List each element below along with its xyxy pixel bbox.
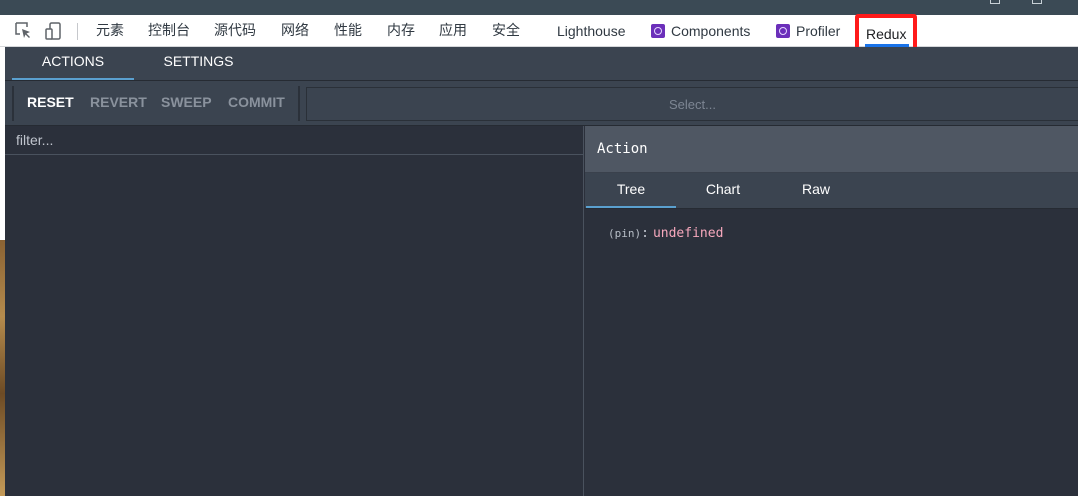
action-inspector-pane: Action Tree Chart Raw (pin): undefined xyxy=(585,126,1078,496)
instance-select[interactable]: Select... xyxy=(306,87,1078,121)
tab-redux-label: Redux xyxy=(866,26,907,42)
toolbar-divider xyxy=(12,86,14,121)
tab-settings[interactable]: SETTINGS xyxy=(136,47,261,80)
tree-row: (pin): undefined xyxy=(608,222,723,241)
tab-memory[interactable]: 内存 xyxy=(387,15,415,47)
tab-chart[interactable]: Chart xyxy=(678,173,768,208)
tab-security[interactable]: 安全 xyxy=(492,15,520,47)
tab-console[interactable]: 控制台 xyxy=(148,15,190,47)
window-control-icon[interactable] xyxy=(1032,0,1042,4)
tab-profiler[interactable]: Profiler xyxy=(776,15,840,47)
revert-button[interactable]: REVERT xyxy=(90,94,147,110)
tab-lighthouse[interactable]: Lighthouse xyxy=(557,15,626,47)
tree-value: undefined xyxy=(652,226,724,241)
redux-toolbar: RESET REVERT SWEEP COMMIT Select... xyxy=(5,81,1078,126)
toolbar-divider xyxy=(77,23,78,40)
tab-application[interactable]: 应用 xyxy=(439,15,467,47)
tree-separator: : xyxy=(641,226,649,241)
inspector-tabs: Tree Chart Raw xyxy=(585,173,1078,209)
toolbar-divider xyxy=(298,86,300,121)
tree-key: (pin) xyxy=(608,227,642,240)
tab-elements[interactable]: 元素 xyxy=(96,15,124,47)
filter-field-wrapper xyxy=(5,126,583,155)
react-icon xyxy=(651,24,665,38)
redux-monitor-tabs: ACTIONS SETTINGS xyxy=(5,47,1078,81)
browser-top-strip xyxy=(0,0,1078,15)
commit-button[interactable]: COMMIT xyxy=(228,94,285,110)
instance-select-placeholder: Select... xyxy=(669,97,716,112)
filter-input[interactable] xyxy=(5,126,583,154)
tab-sources[interactable]: 源代码 xyxy=(214,15,256,47)
device-toolbar-icon[interactable] xyxy=(43,20,65,42)
tab-network[interactable]: 网络 xyxy=(281,15,309,47)
tab-raw[interactable]: Raw xyxy=(771,173,861,208)
inspector-header: Action xyxy=(585,126,1078,173)
inspect-element-icon[interactable] xyxy=(13,20,35,42)
tab-components[interactable]: Components xyxy=(651,15,750,47)
action-list-pane xyxy=(5,126,584,496)
react-icon xyxy=(776,24,790,38)
sweep-button[interactable]: SWEEP xyxy=(161,94,212,110)
tab-performance[interactable]: 性能 xyxy=(334,15,362,47)
window-control-icon[interactable] xyxy=(990,0,1000,4)
tab-actions[interactable]: ACTIONS xyxy=(12,47,134,80)
reset-button[interactable]: RESET xyxy=(27,94,74,110)
tab-profiler-label: Profiler xyxy=(796,23,841,39)
tab-tree[interactable]: Tree xyxy=(586,173,676,208)
inspector-title: Action xyxy=(597,141,648,157)
tab-components-label: Components xyxy=(671,23,751,39)
